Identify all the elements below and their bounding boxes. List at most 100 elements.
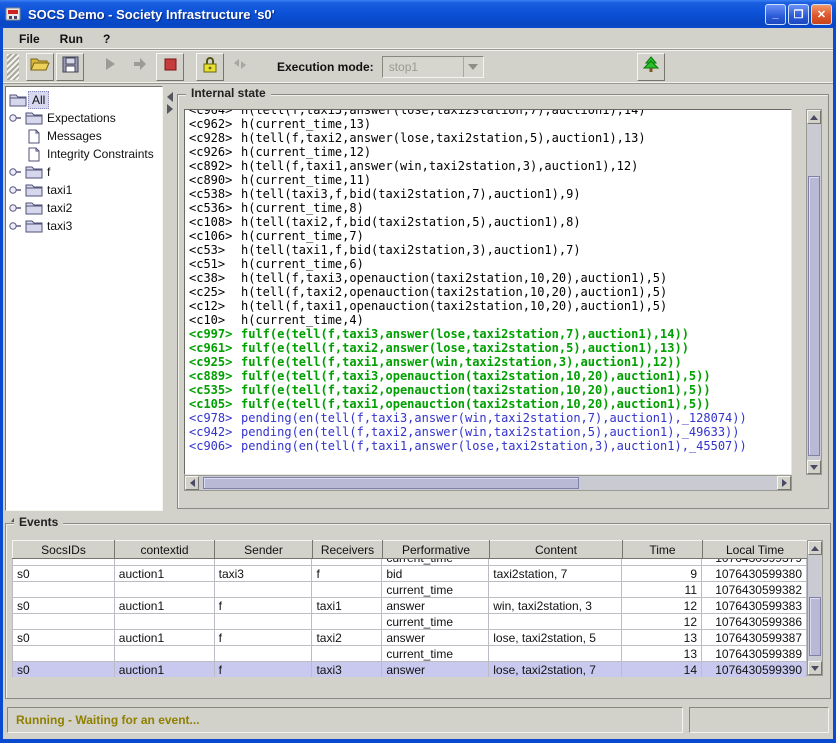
close-button[interactable]: ✕ (811, 4, 832, 25)
arrow-right-icon (782, 479, 787, 487)
state-line: <c892>h(tell(f,taxi1,answer(win,taxi2sta… (189, 159, 791, 173)
society-tree: All Expectations Messages (5, 86, 163, 511)
state-line: <c997>fulf(e(tell(f,taxi3,answer(lose,ta… (189, 327, 791, 341)
column-header-socsids[interactable]: SocsIDs (13, 541, 115, 559)
scroll-up-button[interactable] (807, 110, 821, 124)
state-line: <c51>h(current_time,6) (189, 257, 791, 271)
tree-item-integrity-constraints[interactable]: Integrity Constraints (6, 145, 162, 163)
tree-item-all[interactable]: All (6, 91, 162, 109)
state-line: <c962>h(current_time,13) (189, 117, 791, 131)
combo-arrow-button[interactable] (463, 57, 483, 77)
scrollbar-thumb[interactable] (809, 597, 821, 656)
menu-run[interactable]: Run (52, 30, 91, 48)
tree-item-label: All (28, 91, 49, 109)
column-header-time[interactable]: Time (623, 541, 703, 559)
scroll-right-button[interactable] (777, 476, 791, 490)
events-title: Events (14, 515, 63, 529)
tree-item-f[interactable]: f (6, 163, 162, 181)
state-line: <c536>h(current_time,8) (189, 201, 791, 215)
title-bar[interactable]: SOCS Demo - Society Infrastructure 's0' … (0, 0, 836, 28)
tree-item-messages[interactable]: Messages (6, 127, 162, 145)
column-header-contextid[interactable]: contextid (115, 541, 215, 559)
scroll-up-button[interactable] (808, 541, 822, 555)
scroll-left-button[interactable] (185, 476, 199, 490)
tree-item-taxi2[interactable]: taxi2 (6, 199, 162, 217)
menu-help[interactable]: ? (95, 30, 118, 48)
events-table-body: current_time1076430599379 s0auction1taxi… (12, 559, 807, 677)
expand-handle-icon[interactable] (6, 184, 24, 196)
step-button[interactable] (126, 53, 154, 81)
table-row[interactable]: current_time121076430599386 (13, 614, 807, 630)
state-line: <c964>h(tell(f,taxi3,answer(lose,taxi2st… (189, 109, 791, 117)
table-row[interactable]: s0auction1taxi3fbidtaxi2station, 7910764… (13, 566, 807, 582)
collapse-right-icon[interactable] (167, 104, 173, 114)
events-panel: Events SocsIDs contextid Sender Receiver… (5, 523, 831, 699)
column-header-content[interactable]: Content (490, 541, 623, 559)
internal-state-panel: Internal state <c964>h(tell(f,taxi3,answ… (177, 94, 829, 509)
internal-state-vertical-scrollbar[interactable] (806, 109, 822, 475)
society-button[interactable] (637, 53, 665, 81)
state-line: <c926>h(current_time,12) (189, 145, 791, 159)
maximize-button[interactable]: ❐ (788, 4, 809, 25)
menu-file[interactable]: File (11, 30, 48, 48)
table-row-selected[interactable]: s0auction1ftaxi3answerlose, taxi2station… (13, 662, 807, 678)
toolbar-drag-handle[interactable] (7, 54, 19, 80)
tree-item-taxi3[interactable]: taxi3 (6, 217, 162, 235)
tree-item-label: f (44, 164, 53, 180)
scroll-down-button[interactable] (808, 661, 822, 675)
expand-handle-icon[interactable] (6, 202, 24, 214)
play-icon (103, 57, 117, 76)
tree-item-label: Integrity Constraints (44, 146, 157, 162)
table-row[interactable]: current_time131076430599389 (13, 646, 807, 662)
table-row[interactable]: current_time111076430599382 (13, 582, 807, 598)
lock-button[interactable] (196, 53, 224, 81)
arrow-down-icon (810, 465, 818, 470)
events-vertical-scrollbar[interactable] (807, 540, 823, 676)
minimize-button[interactable]: _ (765, 4, 786, 25)
run-button[interactable] (96, 53, 124, 81)
column-header-receivers[interactable]: Receivers (313, 541, 383, 559)
document-icon (24, 147, 44, 162)
open-folder-icon (29, 56, 51, 78)
execution-mode-label: Execution mode: (277, 60, 374, 74)
state-line: <c890>h(current_time,11) (189, 173, 791, 187)
column-header-performative[interactable]: Performative (383, 541, 490, 559)
column-header-local-time[interactable]: Local Time (703, 541, 808, 559)
stop-icon (164, 58, 177, 76)
state-line: <c928>h(tell(f,taxi2,answer(lose,taxi2st… (189, 131, 791, 145)
internal-state-textarea[interactable]: <c964>h(tell(f,taxi3,answer(lose,taxi2st… (184, 109, 792, 475)
scrollbar-thumb[interactable] (203, 477, 579, 489)
state-line: <c538>h(tell(taxi3,f,bid(taxi2station,7)… (189, 187, 791, 201)
internal-state-horizontal-scrollbar[interactable] (184, 475, 792, 491)
open-button[interactable] (26, 53, 54, 81)
tree-item-taxi1[interactable]: taxi1 (6, 181, 162, 199)
collapse-left-icon[interactable] (167, 92, 173, 102)
execution-mode-combobox[interactable]: stop1 (382, 56, 484, 78)
state-line: <c10>h(current_time,4) (189, 313, 791, 327)
status-bar: Running - Waiting for an event... (3, 701, 833, 739)
state-line: <c108>h(tell(taxi2,f,bid(taxi2station,5)… (189, 215, 791, 229)
state-line: <c978>pending(en(tell(f,taxi3,answer(win… (189, 411, 791, 425)
state-line: <c925>fulf(e(tell(f,taxi1,answer(win,tax… (189, 355, 791, 369)
refresh-button[interactable] (226, 53, 254, 81)
expand-handle-icon[interactable] (6, 112, 24, 124)
scroll-down-button[interactable] (807, 460, 821, 474)
scrollbar-thumb[interactable] (808, 176, 820, 456)
state-line: <c942>pending(en(tell(f,taxi2,answer(win… (189, 425, 791, 439)
state-line: <c535>fulf(e(tell(f,taxi2,openauction(ta… (189, 383, 791, 397)
folder-icon (24, 165, 44, 179)
tree-item-expectations[interactable]: Expectations (6, 109, 162, 127)
state-line: <c961>fulf(e(tell(f,taxi2,answer(lose,ta… (189, 341, 791, 355)
step-forward-icon (132, 57, 148, 76)
expand-handle-icon[interactable] (6, 166, 24, 178)
expand-handle-icon[interactable] (6, 220, 24, 232)
horizontal-split-divider[interactable] (3, 513, 833, 523)
stop-button[interactable] (156, 53, 184, 81)
save-button[interactable] (56, 53, 84, 81)
table-row[interactable]: s0auction1ftaxi2answerlose, taxi2station… (13, 630, 807, 646)
society-tree-icon (643, 56, 659, 78)
state-line: <c53>h(tell(taxi1,f,bid(taxi2station,3),… (189, 243, 791, 257)
table-row[interactable]: s0auction1ftaxi1answerwin, taxi2station,… (13, 598, 807, 614)
column-header-sender[interactable]: Sender (215, 541, 313, 559)
vertical-split-divider[interactable] (164, 84, 176, 513)
